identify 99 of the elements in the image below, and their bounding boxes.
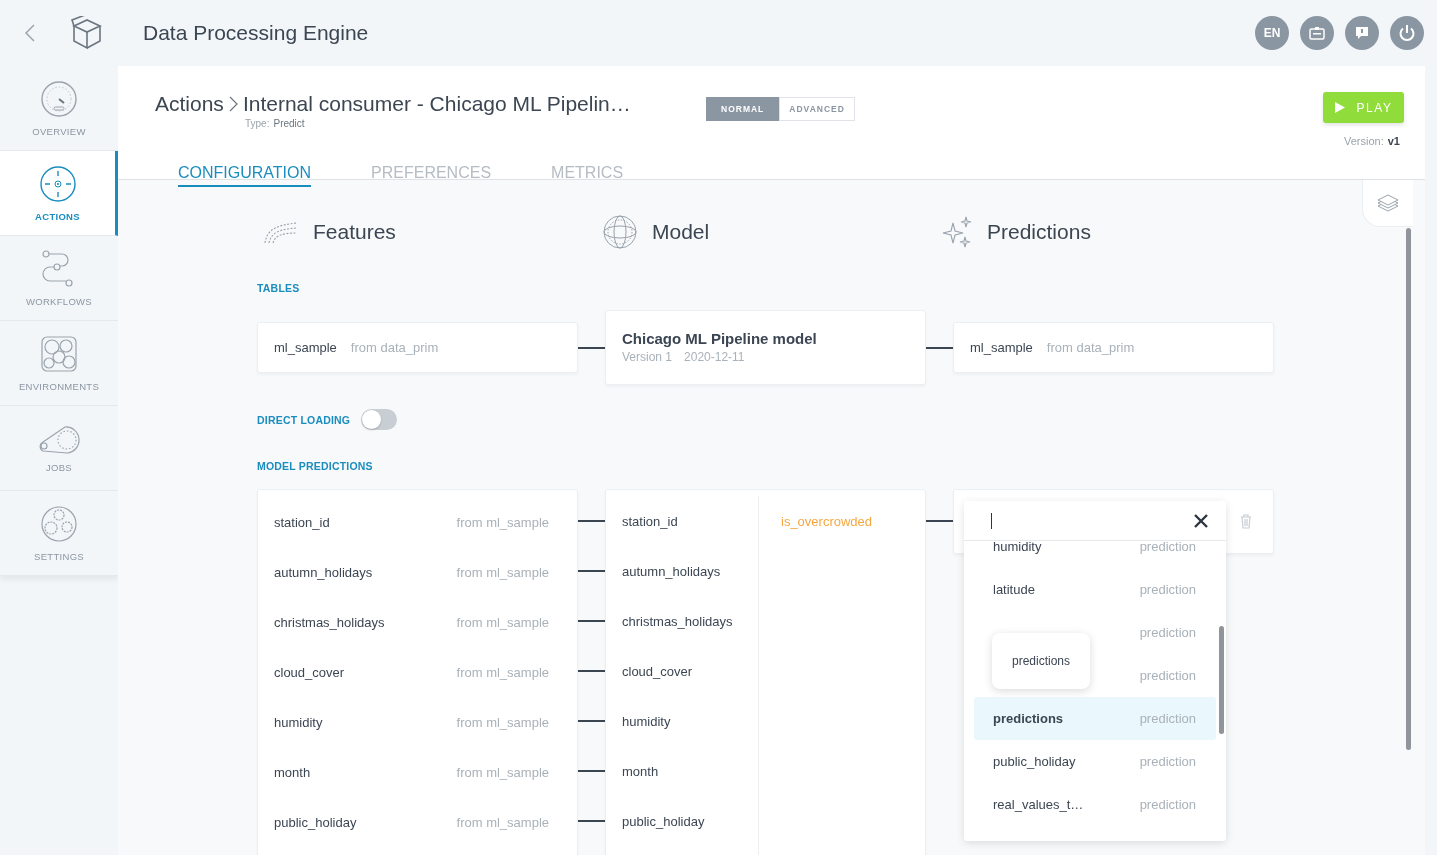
feature-source: from ml_sample bbox=[456, 764, 549, 780]
search-field[interactable] bbox=[964, 501, 1226, 541]
section-label: MODEL PREDICTIONS bbox=[257, 460, 374, 472]
model-card[interactable]: Chicago ML Pipeline model Version 1 2020-12-11 bbox=[605, 310, 926, 385]
direct-loading-label: DIRECT LOADING bbox=[257, 413, 351, 426]
power-button[interactable] bbox=[1390, 16, 1424, 50]
toggle-switch[interactable] bbox=[361, 409, 398, 430]
input-name: public_holiday bbox=[622, 813, 705, 829]
sidebar-label: JOBS bbox=[46, 461, 72, 473]
layers-icon bbox=[1377, 193, 1399, 213]
speech-bubble-icon bbox=[1354, 25, 1370, 41]
item-type-label[interactable]: prediction bbox=[1139, 668, 1196, 683]
dropdown-item[interactable]: latitude prediction bbox=[974, 568, 1216, 611]
trash-icon[interactable] bbox=[1240, 514, 1252, 529]
app-title: Data Processing Engine bbox=[143, 21, 369, 45]
feature-source: from ml_sample bbox=[456, 564, 549, 580]
connector-line bbox=[926, 346, 953, 349]
gauge-icon bbox=[40, 79, 78, 118]
tooltip: predictions bbox=[992, 633, 1090, 689]
sidebar-label: OVERVIEW bbox=[32, 125, 86, 137]
feature-source: from ml_sample bbox=[456, 614, 549, 630]
section-label: TABLES bbox=[257, 282, 301, 294]
page-title: Internal consumer - Chicago ML Pipelin… bbox=[242, 92, 631, 116]
text-cursor bbox=[991, 512, 992, 529]
feature-name: public_holiday bbox=[274, 814, 357, 830]
sidebar-label: WORKFLOWS bbox=[25, 295, 92, 307]
connector-line bbox=[578, 570, 605, 572]
connector-line bbox=[578, 720, 605, 722]
feature-name: humidity bbox=[274, 714, 323, 730]
sparkles-icon bbox=[941, 215, 973, 249]
mode-toggle-button[interactable]: ADVANCED bbox=[779, 97, 855, 121]
dropdown-item[interactable]: real_values_t… prediction bbox=[974, 783, 1216, 826]
play-button[interactable]: PLAY bbox=[1323, 92, 1404, 123]
sidebar-label: ACTIONS bbox=[35, 210, 80, 222]
version-label: Version: bbox=[1344, 135, 1384, 147]
layers-button[interactable] bbox=[1362, 180, 1413, 227]
back-icon[interactable] bbox=[25, 24, 35, 42]
connector-line bbox=[578, 620, 605, 622]
feature-source: from ml_sample bbox=[456, 514, 549, 530]
sidebar-label: ENVIRONMENTS bbox=[18, 380, 100, 392]
flow-lines-icon bbox=[263, 219, 299, 245]
scrollbar[interactable] bbox=[1219, 626, 1224, 734]
dropdown-item[interactable]: public_holiday prediction bbox=[974, 740, 1216, 783]
table-card[interactable]: ml_sample from data_prim bbox=[257, 322, 578, 373]
box-logo-icon bbox=[71, 16, 103, 50]
tab[interactable]: PREFERENCES bbox=[371, 164, 492, 187]
connector-line bbox=[578, 670, 605, 672]
output-name: is_overcrowded bbox=[781, 513, 873, 529]
breadcrumb-link[interactable]: Actions bbox=[155, 92, 224, 116]
scrollbar[interactable] bbox=[1406, 228, 1411, 750]
input-name: christmas_holidays bbox=[622, 613, 733, 629]
feature-source: from ml_sample bbox=[456, 814, 549, 830]
feature-name: autumn_holidays bbox=[274, 564, 373, 580]
close-icon[interactable] bbox=[1194, 513, 1208, 528]
belt-icon bbox=[37, 423, 81, 454]
input-name: cloud_cover bbox=[622, 663, 693, 679]
tab[interactable]: METRICS bbox=[551, 164, 624, 187]
sidebar-item[interactable]: ACTIONS bbox=[0, 151, 118, 236]
connector-line bbox=[578, 770, 605, 772]
item-type-label[interactable]: prediction bbox=[1139, 625, 1196, 640]
type-value: Predict bbox=[273, 118, 305, 129]
dropdown-item[interactable]: predictions prediction bbox=[974, 697, 1216, 740]
input-name: autumn_holidays bbox=[622, 563, 721, 579]
sidebar-label: SETTINGS bbox=[34, 550, 84, 562]
power-icon bbox=[1398, 24, 1416, 42]
model-version: Version 1 bbox=[622, 350, 673, 364]
sphere-icon bbox=[602, 214, 638, 250]
input-name: month bbox=[622, 763, 659, 779]
version-value: v1 bbox=[1387, 135, 1400, 147]
help-button[interactable] bbox=[1345, 16, 1379, 50]
section-title: Model bbox=[652, 220, 710, 244]
cells-icon bbox=[40, 334, 78, 373]
input-name: humidity bbox=[622, 713, 671, 729]
model-date: 2020-12-11 bbox=[684, 350, 745, 364]
language-button[interactable]: EN bbox=[1255, 16, 1289, 50]
feature-name: cloud_cover bbox=[274, 664, 345, 680]
tab[interactable]: CONFIGURATION bbox=[178, 164, 312, 187]
table-card[interactable]: ml_sample from data_prim bbox=[953, 322, 1274, 373]
model-name: Chicago ML Pipeline model bbox=[622, 330, 818, 347]
feature-name: month bbox=[274, 764, 311, 780]
id-card-icon bbox=[1309, 26, 1325, 40]
connector-line bbox=[578, 820, 605, 822]
crosshair-icon bbox=[38, 164, 77, 203]
feature-name: christmas_holidays bbox=[274, 614, 385, 630]
gears-icon bbox=[40, 504, 78, 543]
section-title: Predictions bbox=[987, 220, 1091, 244]
connector-line bbox=[578, 346, 605, 349]
input-name: station_id bbox=[622, 513, 678, 529]
feature-name: station_id bbox=[274, 514, 330, 530]
mode-toggle-button[interactable]: NORMAL bbox=[706, 97, 780, 121]
section-title: Features bbox=[313, 220, 396, 244]
type-label: Type: bbox=[245, 118, 270, 129]
connector-line bbox=[926, 520, 953, 522]
feature-source: from ml_sample bbox=[456, 714, 549, 730]
connector-line bbox=[578, 520, 605, 522]
play-icon bbox=[1334, 102, 1345, 113]
chevron-right-icon bbox=[228, 95, 238, 113]
feature-source: from ml_sample bbox=[456, 664, 549, 680]
id-card-button[interactable] bbox=[1300, 16, 1334, 50]
